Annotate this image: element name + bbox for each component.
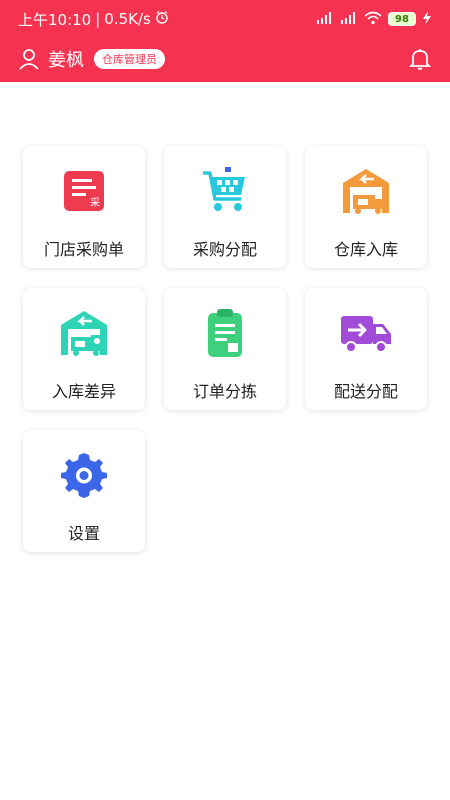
menu-card-inbound-difference[interactable]: 入库差异 [23,288,145,410]
menu-label: 采购分配 [192,240,257,259]
menu-card-delivery-allocation[interactable]: 配送分配 [305,288,427,410]
menu-card-purchase-allocation[interactable]: 采购分配 [164,146,286,268]
menu-label: 配送分配 [333,382,398,401]
shopping-cart-icon [198,164,252,218]
signal-icon [316,11,334,27]
signal-hd-icon [340,11,358,27]
menu-grid: 采 门店采购单 采购分配 仓库入库 入库差异 订单分拣 配送分配 设置 [23,146,427,552]
menu-label: 门店采购单 [43,240,124,259]
charging-icon [422,10,432,28]
status-time: 上午10:10 [18,10,92,29]
menu-card-order-picking[interactable]: 订单分拣 [164,288,286,410]
menu-card-warehouse-inbound[interactable]: 仓库入库 [305,146,427,268]
wifi-icon [364,11,382,28]
app-bar: 姜枫 仓库管理员 [0,40,450,78]
status-left: 上午10:10 | 0.5K/s [18,9,169,30]
app-header: 上午10:10 | 0.5K/s 98 姜枫 仓库管理员 [0,0,450,82]
warehouse-inbound-icon [339,164,393,218]
menu-card-settings[interactable]: 设置 [23,430,145,552]
battery-indicator: 98 [388,12,416,26]
role-badge: 仓库管理员 [94,49,165,69]
menu-label: 订单分拣 [192,382,257,401]
gear-icon [57,448,111,502]
clipboard-icon [198,306,252,360]
status-right: 98 [316,10,432,28]
delivery-truck-icon [339,306,393,360]
status-separator: | [95,10,101,28]
alarm-icon [155,10,169,28]
status-bar: 上午10:10 | 0.5K/s 98 [0,0,450,38]
status-speed: 0.5K/s [104,10,151,28]
purchase-badge-text: 采 [90,197,100,209]
user-icon[interactable] [18,48,40,70]
menu-card-store-purchase-order[interactable]: 采 门店采购单 [23,146,145,268]
user-name: 姜枫 [48,50,84,71]
bell-icon[interactable] [408,47,432,71]
menu-label: 设置 [67,524,100,543]
menu-label: 仓库入库 [333,240,398,259]
store-purchase-order-icon: 采 [57,164,111,218]
inbound-difference-icon [57,306,111,360]
menu-label: 入库差异 [51,382,116,401]
